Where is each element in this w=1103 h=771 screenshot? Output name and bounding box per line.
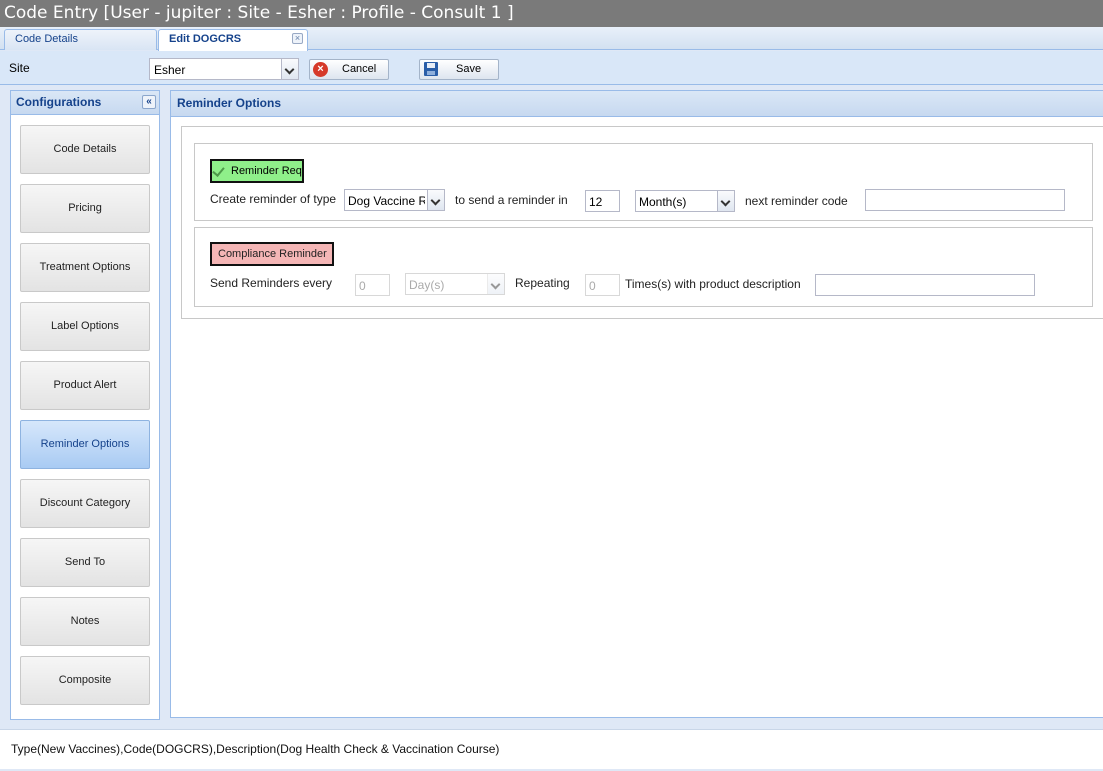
reminder-unit-select[interactable]: Month(s) xyxy=(635,190,735,212)
chevron-down-icon[interactable] xyxy=(717,191,734,211)
chevron-down-icon[interactable] xyxy=(427,190,444,210)
compliance-unit-select[interactable]: Day(s) xyxy=(405,273,505,295)
next-reminder-code-input[interactable] xyxy=(865,189,1065,211)
reminder-type-value: Dog Vaccine R xyxy=(348,194,425,208)
collapse-icon[interactable]: « xyxy=(142,95,156,109)
compliance-unit-value: Day(s) xyxy=(409,278,445,292)
reminder-interval-input[interactable]: 12 xyxy=(585,190,620,212)
tab-code-details[interactable]: Code Details xyxy=(4,29,157,50)
save-icon xyxy=(424,62,438,76)
create-reminder-label: Create reminder of type xyxy=(210,192,337,206)
save-button[interactable]: Save xyxy=(419,59,499,80)
reminder-section: Reminder Req Create reminder of type Dog… xyxy=(194,143,1093,221)
reminder-options-form: Reminder Req Create reminder of type Dog… xyxy=(181,126,1103,319)
site-select[interactable]: Esher xyxy=(149,58,299,80)
config-reminder-options-button[interactable]: Reminder Options xyxy=(20,420,150,469)
cancel-button-label: Cancel xyxy=(342,63,377,75)
send-reminders-every-label: Send Reminders every xyxy=(210,276,333,290)
tab-strip: Code Details Edit DOGCRS × xyxy=(0,27,1103,51)
config-discount-category-button[interactable]: Discount Category xyxy=(20,479,150,528)
config-label-options-button[interactable]: Label Options xyxy=(20,302,150,351)
compliance-reminder-toggle[interactable]: Compliance Reminder xyxy=(210,242,334,266)
configurations-list: Code Details Pricing Treatment Options L… xyxy=(11,115,159,719)
save-button-label: Save xyxy=(456,63,482,75)
tab-label: Code Details xyxy=(15,33,78,45)
times-with-description-label: Times(s) with product description xyxy=(625,277,801,291)
configurations-panel: Configurations « Code Details Pricing Tr… xyxy=(10,90,160,720)
product-description-input[interactable] xyxy=(815,274,1035,296)
cancel-button[interactable]: × Cancel xyxy=(309,59,389,80)
config-treatment-options-button[interactable]: Treatment Options xyxy=(20,243,150,292)
reminder-every-input[interactable]: 0 xyxy=(355,274,390,296)
chevron-down-icon[interactable] xyxy=(281,59,298,79)
toolbar: Site Esher × Cancel Save xyxy=(0,51,1103,85)
config-pricing-button[interactable]: Pricing xyxy=(20,184,150,233)
compliance-section: Compliance Reminder Send Reminders every… xyxy=(194,227,1093,307)
config-notes-button[interactable]: Notes xyxy=(20,597,150,646)
status-text: Type(New Vaccines),Code(DOGCRS),Descript… xyxy=(11,742,500,756)
site-select-value: Esher xyxy=(154,63,186,77)
config-code-details-button[interactable]: Code Details xyxy=(20,125,150,174)
send-reminder-label: to send a reminder in xyxy=(455,193,568,207)
reminder-options-panel: Reminder Options Reminder Req Create rem… xyxy=(170,90,1103,718)
site-label: Site xyxy=(9,61,30,75)
window-title: Code Entry [User - jupiter : Site - Eshe… xyxy=(0,0,1103,27)
configurations-header: Configurations « xyxy=(11,91,159,115)
reminder-type-select[interactable]: Dog Vaccine R xyxy=(344,189,445,211)
reminder-unit-value: Month(s) xyxy=(639,195,687,209)
close-icon[interactable]: × xyxy=(292,33,303,44)
tab-label: Edit DOGCRS xyxy=(169,33,242,45)
config-send-to-button[interactable]: Send To xyxy=(20,538,150,587)
tab-edit-dogcrs[interactable]: Edit DOGCRS × xyxy=(158,29,308,51)
chevron-down-icon[interactable] xyxy=(487,274,504,294)
configurations-title: Configurations xyxy=(16,95,102,109)
repeating-input[interactable]: 0 xyxy=(585,274,620,296)
next-reminder-code-label: next reminder code xyxy=(745,194,848,208)
reminder-required-toggle[interactable]: Reminder Req xyxy=(210,159,304,183)
reminder-required-label: Reminder Req xyxy=(231,165,302,177)
repeating-label: Repeating xyxy=(515,276,570,290)
status-bar: Type(New Vaccines),Code(DOGCRS),Descript… xyxy=(0,729,1103,769)
check-icon xyxy=(212,164,225,177)
reminder-options-title: Reminder Options xyxy=(171,91,1103,117)
compliance-reminder-label: Compliance Reminder xyxy=(218,248,327,260)
config-composite-button[interactable]: Composite xyxy=(20,656,150,705)
cancel-icon: × xyxy=(313,62,328,77)
config-product-alert-button[interactable]: Product Alert xyxy=(20,361,150,410)
